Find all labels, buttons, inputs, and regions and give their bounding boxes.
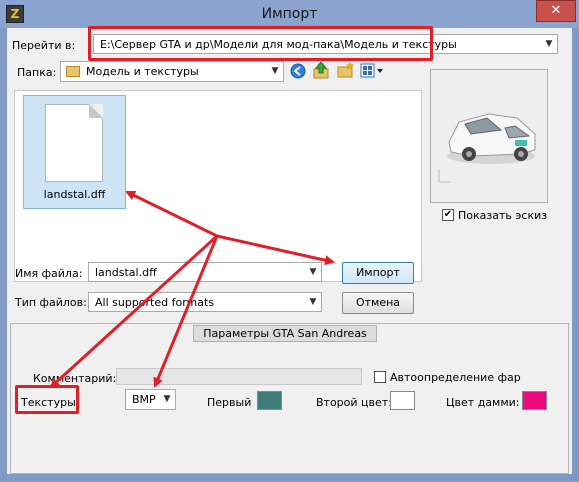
arrow-to-import (216, 234, 335, 266)
annotation-arrows (49, 190, 335, 389)
import-dialog: Z Импорт ✕ Перейти в: E:\Сервер GTA и др… (0, 0, 579, 482)
arrow-to-textures-select (153, 235, 219, 388)
arrow-to-file (125, 190, 218, 238)
arrow-to-textures-label (49, 234, 219, 389)
